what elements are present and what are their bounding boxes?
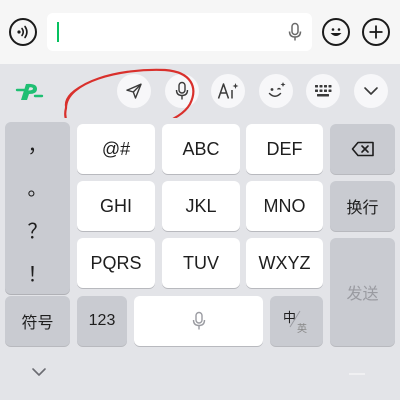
voice-input-icon [17, 25, 28, 39]
chat-input-bar [0, 0, 400, 64]
nine-key-keypad: ， 。 ？ ！ @# ABC DEF GHI JKL MNO 换行 PQRS T… [0, 118, 400, 400]
key-abc[interactable]: ABC [162, 124, 240, 174]
numbers-key[interactable]: 123 [77, 296, 127, 346]
punct-question-key[interactable]: ？ [5, 208, 70, 251]
home-indicator [349, 373, 365, 375]
collapse-toolbar-button[interactable] [354, 74, 388, 108]
input-method-logo-icon [15, 83, 44, 100]
sticker-button[interactable] [259, 74, 293, 108]
voice-typing-button[interactable] [165, 74, 199, 108]
key-ghi[interactable]: GHI [77, 181, 155, 231]
microphone-icon [175, 81, 189, 100]
key-jkl[interactable]: JKL [162, 181, 240, 231]
key-def[interactable]: DEF [246, 124, 323, 174]
emoji-button[interactable] [322, 18, 350, 46]
backspace-key[interactable] [330, 124, 395, 174]
send-arrow-icon [126, 83, 142, 99]
microphone-icon[interactable] [287, 22, 303, 42]
text-caret [57, 22, 59, 42]
key-pqrs[interactable]: PQRS [77, 238, 155, 288]
punct-comma-key[interactable]: ， [5, 122, 70, 165]
sticker-face-icon [268, 82, 286, 97]
lang-en-label: 英 [297, 324, 307, 335]
ai-writing-button[interactable] [211, 74, 245, 108]
keyboard-switch-button[interactable] [306, 74, 340, 108]
punct-exclamation-key[interactable]: ！ [5, 251, 70, 294]
punct-period-key[interactable]: 。 [5, 165, 70, 208]
plus-icon [369, 25, 383, 39]
quick-send-button[interactable] [117, 74, 151, 108]
space-key[interactable] [134, 296, 263, 346]
input-method-logo-button[interactable] [14, 76, 46, 108]
ai-writing-icon [217, 83, 239, 99]
more-actions-button[interactable] [362, 18, 390, 46]
send-key[interactable]: 发送 [330, 238, 395, 346]
symbols-key[interactable]: 符号 [5, 296, 70, 346]
key-symbols-at[interactable]: @# [77, 124, 155, 174]
key-mno[interactable]: MNO [246, 181, 323, 231]
keyboard-toolbar [0, 64, 400, 136]
backspace-icon [351, 141, 374, 157]
punctuation-column[interactable]: ， 。 ？ ！ [5, 122, 70, 294]
message-input[interactable] [47, 13, 312, 51]
chevron-down-icon [364, 87, 378, 95]
microphone-icon [192, 311, 205, 330]
voice-input-button[interactable] [9, 18, 37, 46]
chevron-down-icon[interactable] [30, 366, 48, 378]
newline-key[interactable]: 换行 [330, 181, 395, 231]
key-tuv[interactable]: TUV [162, 238, 240, 288]
keyboard-switch-icon [315, 85, 332, 97]
emoji-icon [330, 28, 342, 36]
language-switch-key[interactable]: 中 英 [270, 296, 323, 346]
key-wxyz[interactable]: WXYZ [246, 238, 323, 288]
